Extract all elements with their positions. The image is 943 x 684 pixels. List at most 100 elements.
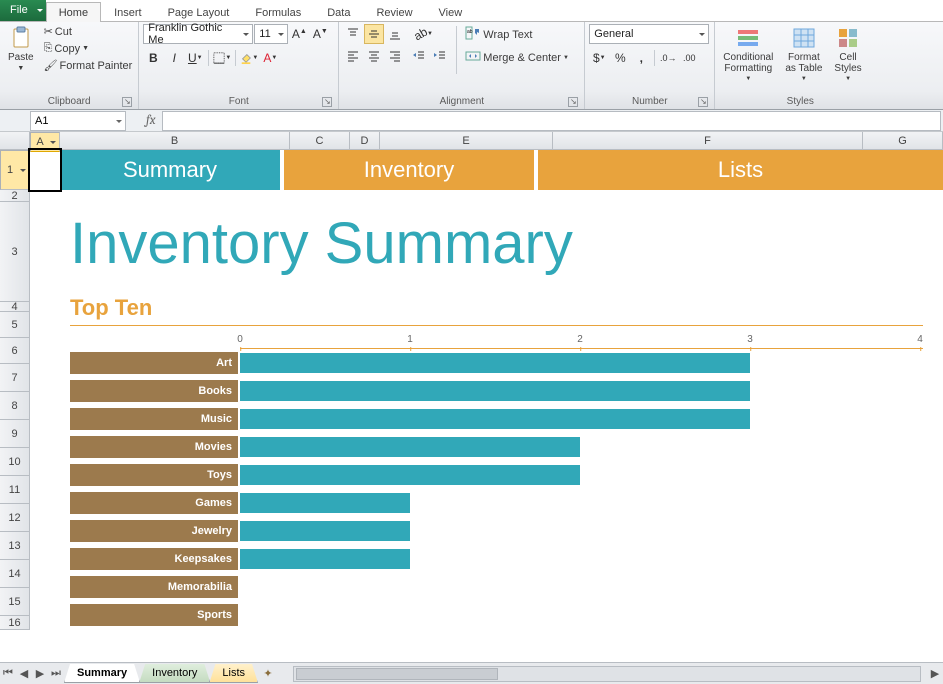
col-header-B[interactable]: B bbox=[60, 132, 290, 150]
font-size-select[interactable]: 11 bbox=[254, 24, 288, 44]
orientation-button[interactable]: ab▼ bbox=[409, 24, 437, 44]
tab-nav-prev[interactable]: ◀ bbox=[16, 667, 32, 680]
sheet-tab-bar: ⏮ ◀ ▶ ⏭ SummaryInventoryLists ✦ ▶ bbox=[0, 662, 943, 684]
row-header-1[interactable]: 1 bbox=[0, 150, 30, 190]
cell-grid[interactable]: Summary Inventory Lists Inventory Summar… bbox=[30, 150, 943, 662]
tab-view[interactable]: View bbox=[426, 2, 476, 22]
scroll-right[interactable]: ▶ bbox=[927, 667, 943, 680]
copy-button[interactable]: ⎘ Copy ▼ bbox=[42, 41, 135, 56]
fill-color-button[interactable]: ▼ bbox=[239, 48, 259, 68]
number-dialog-icon[interactable]: ↘ bbox=[698, 97, 708, 107]
format-painter-button[interactable]: 🖌 Format Painter bbox=[42, 58, 135, 73]
fx-icon[interactable]: fx bbox=[146, 113, 156, 128]
tab-formulas[interactable]: Formulas bbox=[242, 2, 314, 22]
alignment-dialog-icon[interactable]: ↘ bbox=[568, 97, 578, 107]
new-sheet-icon[interactable]: ✦ bbox=[257, 667, 279, 680]
borders-button[interactable]: ▼ bbox=[212, 48, 232, 68]
align-top-button[interactable] bbox=[343, 24, 363, 44]
tab-review[interactable]: Review bbox=[363, 2, 425, 22]
row-header-8[interactable]: 8 bbox=[0, 392, 30, 420]
row-headers: 12345678910111213141516 bbox=[0, 150, 30, 630]
merge-center-button[interactable]: Merge & Center ▼ bbox=[463, 47, 571, 68]
tab-nav-first[interactable]: ⏮ bbox=[0, 667, 16, 680]
font-name-select[interactable]: Franklin Gothic Me bbox=[143, 24, 253, 44]
comma-button[interactable]: , bbox=[631, 48, 651, 68]
paste-button[interactable]: Paste ▼ bbox=[4, 24, 38, 74]
tab-page-layout[interactable]: Page Layout bbox=[155, 2, 243, 22]
sheet-tab-inventory[interactable]: Inventory bbox=[139, 664, 210, 683]
tab-insert[interactable]: Insert bbox=[101, 2, 155, 22]
row-header-2[interactable]: 2 bbox=[0, 190, 30, 202]
col-header-D[interactable]: D bbox=[350, 132, 380, 150]
tab-nav-last[interactable]: ⏭ bbox=[48, 667, 64, 680]
cut-label: Cut bbox=[55, 26, 72, 38]
chart-bar-row: Toys bbox=[70, 461, 923, 489]
align-right-button[interactable] bbox=[385, 46, 405, 66]
row-header-6[interactable]: 6 bbox=[0, 338, 30, 364]
row-header-5[interactable]: 5 bbox=[0, 312, 30, 338]
row-header-7[interactable]: 7 bbox=[0, 364, 30, 392]
row-header-9[interactable]: 9 bbox=[0, 420, 30, 448]
cell-styles-button[interactable]: Cell Styles▼ bbox=[830, 24, 865, 84]
tab-nav-next[interactable]: ▶ bbox=[32, 667, 48, 680]
name-box[interactable]: A1 bbox=[30, 111, 126, 131]
row-header-3[interactable]: 3 bbox=[0, 202, 30, 302]
ribbon-tab-strip: File HomeInsertPage LayoutFormulasDataRe… bbox=[0, 0, 943, 22]
wrap-text-button[interactable]: ab Wrap Text bbox=[463, 24, 571, 45]
increase-font-icon[interactable]: A▲ bbox=[289, 24, 309, 44]
tab-home[interactable]: Home bbox=[46, 2, 101, 22]
select-all-corner[interactable] bbox=[0, 132, 30, 150]
tab-data[interactable]: Data bbox=[314, 2, 363, 22]
increase-decimal-button[interactable]: .0→ bbox=[658, 48, 678, 68]
decrease-indent-button[interactable] bbox=[409, 46, 429, 66]
align-left-button[interactable] bbox=[343, 46, 363, 66]
decrease-decimal-button[interactable]: .00 bbox=[679, 48, 699, 68]
italic-button[interactable]: I bbox=[164, 48, 184, 68]
horizontal-scrollbar[interactable] bbox=[293, 666, 921, 682]
increase-indent-button[interactable] bbox=[430, 46, 450, 66]
col-header-C[interactable]: C bbox=[290, 132, 350, 150]
file-tab[interactable]: File bbox=[0, 0, 46, 21]
underline-button[interactable]: U▼ bbox=[185, 48, 205, 68]
chart-bar-label: Games bbox=[70, 492, 238, 514]
merge-icon bbox=[465, 48, 481, 67]
row-header-16[interactable]: 16 bbox=[0, 616, 30, 630]
percent-button[interactable]: % bbox=[610, 48, 630, 68]
conditional-formatting-button[interactable]: Conditional Formatting▼ bbox=[719, 24, 777, 84]
align-middle-button[interactable] bbox=[364, 24, 384, 44]
number-format-select[interactable]: General bbox=[589, 24, 709, 44]
row-header-11[interactable]: 11 bbox=[0, 476, 30, 504]
decrease-font-icon[interactable]: A▼ bbox=[310, 24, 330, 44]
bold-button[interactable]: B bbox=[143, 48, 163, 68]
row-header-10[interactable]: 10 bbox=[0, 448, 30, 476]
col-header-F[interactable]: F bbox=[553, 132, 863, 150]
chart-bar-label: Music bbox=[70, 408, 238, 430]
col-header-G[interactable]: G bbox=[863, 132, 943, 150]
clipboard-dialog-icon[interactable]: ↘ bbox=[122, 97, 132, 107]
group-number: General $▼ % , .0→ .00 Number↘ bbox=[585, 22, 715, 109]
col-header-A[interactable]: A bbox=[30, 132, 60, 152]
sheet-tab-lists[interactable]: Lists bbox=[209, 664, 258, 683]
format-painter-label: Format Painter bbox=[60, 60, 133, 72]
row-header-14[interactable]: 14 bbox=[0, 560, 30, 588]
nav-lists[interactable]: Lists bbox=[538, 150, 943, 190]
nav-inventory[interactable]: Inventory bbox=[284, 150, 534, 190]
nav-summary[interactable]: Summary bbox=[60, 150, 280, 190]
font-dialog-icon[interactable]: ↘ bbox=[322, 97, 332, 107]
col-header-E[interactable]: E bbox=[380, 132, 553, 150]
align-center-button[interactable] bbox=[364, 46, 384, 66]
row-header-12[interactable]: 12 bbox=[0, 504, 30, 532]
row-header-15[interactable]: 15 bbox=[0, 588, 30, 616]
cut-button[interactable]: ✂ Cut bbox=[42, 24, 135, 39]
paste-label: Paste bbox=[8, 52, 34, 63]
sheet-tab-summary[interactable]: Summary bbox=[64, 664, 140, 683]
row-header-4[interactable]: 4 bbox=[0, 302, 30, 312]
align-bottom-button[interactable] bbox=[385, 24, 405, 44]
format-as-table-button[interactable]: Format as Table▼ bbox=[781, 24, 826, 84]
font-color-button[interactable]: A▼ bbox=[260, 48, 280, 68]
currency-button[interactable]: $▼ bbox=[589, 48, 609, 68]
formula-input[interactable] bbox=[162, 111, 942, 131]
wrap-text-label: Wrap Text bbox=[483, 29, 532, 41]
brush-icon: 🖌 bbox=[44, 59, 58, 72]
row-header-13[interactable]: 13 bbox=[0, 532, 30, 560]
